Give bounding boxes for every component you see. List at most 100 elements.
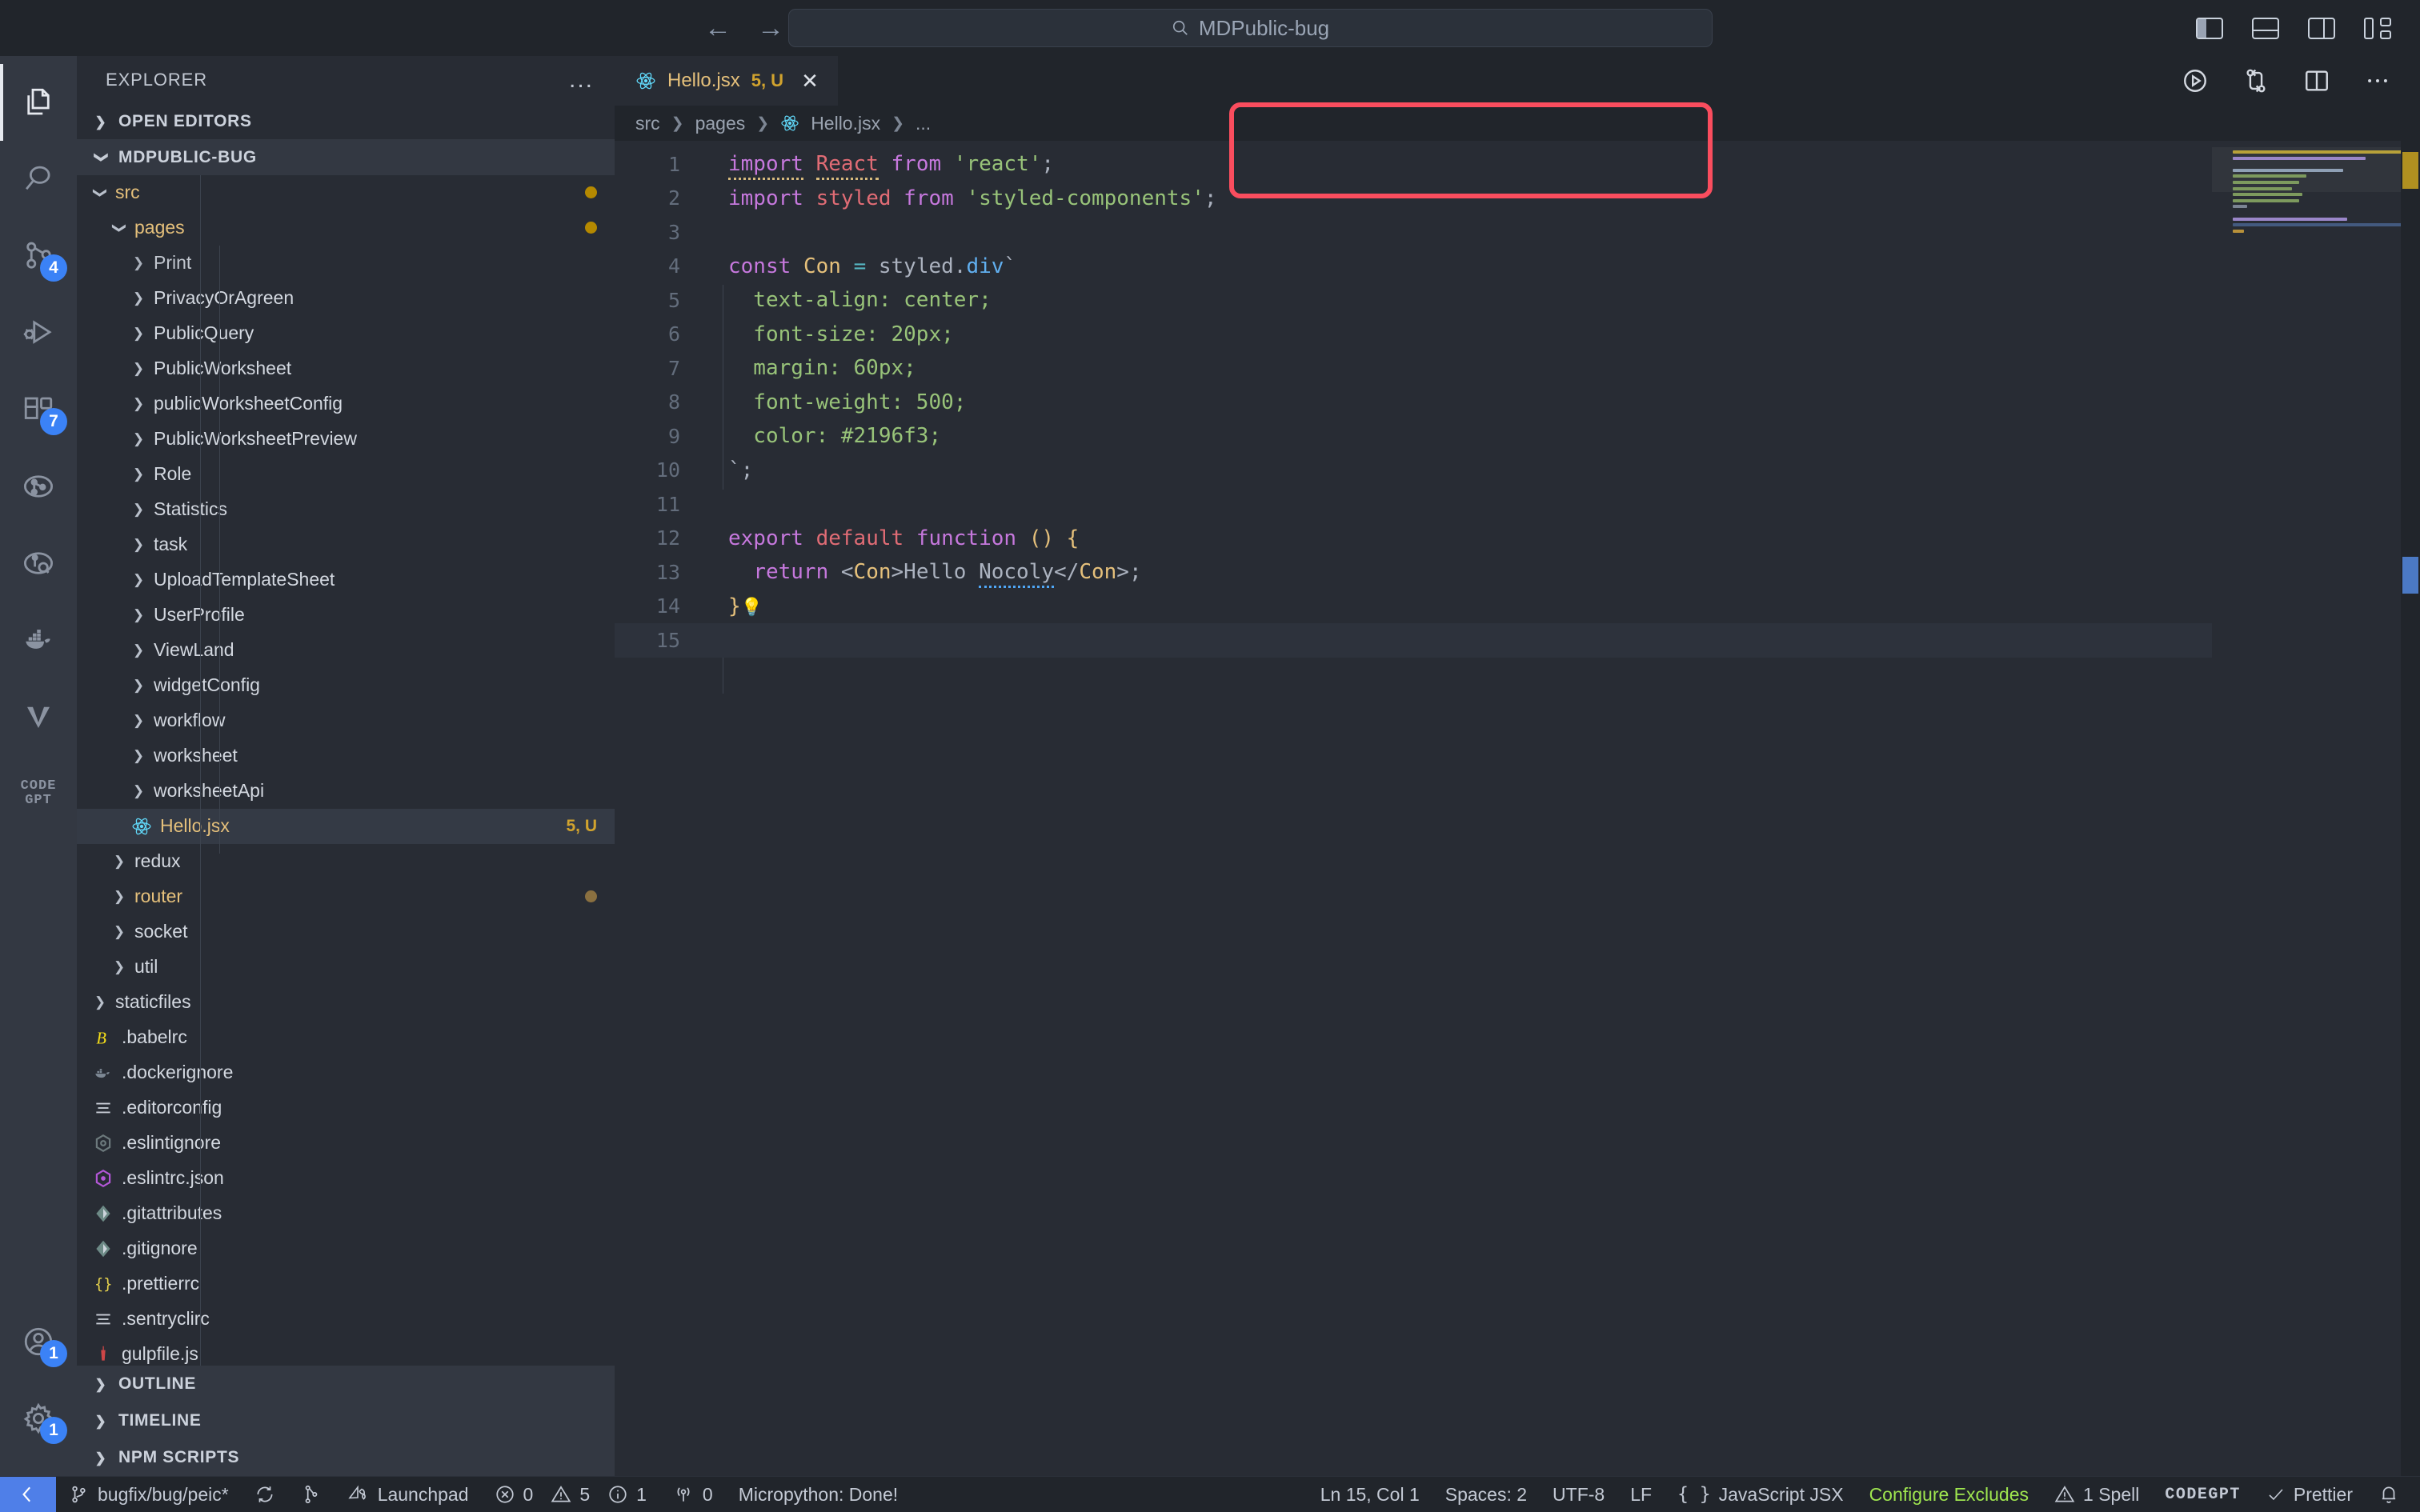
tree-folder-publicworksheetpreview[interactable]: ❯ PublicWorksheetPreview [77,422,615,457]
code-line-8[interactable]: 8 font-weight: 500; [615,386,2212,420]
code-text[interactable]: text-align: center; [703,288,991,312]
tree-folder-widgetconfig[interactable]: ❯ widgetConfig [77,668,615,703]
sidebar-section-timeline[interactable]: TIMELINE [77,1402,615,1439]
status-problems[interactable]: 0 5 1 [482,1477,659,1512]
status-cursor-position[interactable]: Ln 15, Col 1 [1308,1477,1432,1512]
code-line-11[interactable]: 11 [615,487,2212,522]
activity-accounts[interactable]: 1 [0,1303,77,1380]
status-codegpt[interactable]: CODEGPT [2152,1477,2254,1512]
tree-folder-staticfiles[interactable]: ❯ staticfiles [77,985,615,1020]
code-line-15[interactable]: 15 [615,623,2212,658]
tree-folder-router[interactable]: ❯ router [77,879,615,914]
breadcrumb[interactable]: src ❯ pages ❯ Hello.jsx ❯ ... [615,106,2420,141]
tree-file-.editorconfig[interactable]: .editorconfig [77,1090,615,1126]
tree-folder-publicworksheetconfig[interactable]: ❯ publicWorksheetConfig [77,386,615,422]
code-text[interactable]: import React from 'react'; [703,152,1054,181]
code-text[interactable]: color: #2196f3; [703,424,941,448]
tree-folder-viewland[interactable]: ❯ ViewLand [77,633,615,668]
breadcrumb-item-pages[interactable]: pages [695,113,746,134]
tree-folder-socket[interactable]: ❯ socket [77,914,615,950]
activity-codegpt[interactable]: CODE GPT [0,755,77,832]
tree-file-.eslintrc.json[interactable]: .eslintrc.json [77,1161,615,1196]
code-text[interactable]: export default function () { [703,526,1079,550]
status-eol[interactable]: LF [1617,1477,1665,1512]
tree-folder-statistics[interactable]: ❯ Statistics [77,492,615,527]
code-text[interactable]: font-size: 20px; [703,322,953,346]
code-line-13[interactable]: 13 return <Con>Hello Nocoly</Con>; [615,555,2212,590]
tree-file-.gitattributes[interactable]: .gitattributes [77,1196,615,1231]
customize-layout-icon[interactable] [2364,17,2391,39]
sidebar-more-actions-icon[interactable]: ... [569,67,594,92]
activity-remote-explorer[interactable] [0,525,77,602]
tree-folder-publicquery[interactable]: ❯ PublicQuery [77,316,615,351]
status-branch[interactable]: bugfix/bug/peic* [56,1477,242,1512]
tree-folder-src[interactable]: ❯ src [77,175,615,210]
tree-file-.babelrc[interactable]: B .babelrc [77,1020,615,1055]
activity-test-explorer[interactable] [0,448,77,525]
code-line-12[interactable]: 12 export default function () { [615,522,2212,556]
tree-file-.prettierrc[interactable]: {} .prettierrc [77,1266,615,1302]
quick-fix-lightbulb-icon[interactable]: 💡 [741,598,763,618]
close-icon[interactable]: ✕ [801,69,819,94]
sidebar-section-open-editors[interactable]: OPEN EDITORS [77,104,615,139]
activity-manage[interactable]: 1 [0,1380,77,1457]
code-text[interactable]: `; [703,458,753,482]
tree-file-.eslintignore[interactable]: .eslintignore [77,1126,615,1161]
remote-window-indicator[interactable] [0,1476,56,1512]
tree-folder-worksheet[interactable]: ❯ worksheet [77,738,615,774]
tree-folder-privacyoragreen[interactable]: ❯ PrivacyOrAgreen [77,281,615,316]
status-micropython[interactable]: Micropython: Done! [726,1477,911,1512]
breadcrumb-item-more[interactable]: ... [916,113,931,134]
sidebar-section-mdpublic-bug[interactable]: MDPUBLIC-BUG [77,139,615,175]
status-language-mode[interactable]: { } JavaScript JSX [1665,1477,1857,1512]
code-line-5[interactable]: 5 text-align: center; [615,283,2212,318]
status-notifications[interactable] [2366,1477,2420,1512]
tree-folder-pages[interactable]: ❯ pages [77,210,615,246]
tree-file-.gitignore[interactable]: .gitignore [77,1231,615,1266]
run-icon[interactable] [2182,67,2209,94]
code-line-9[interactable]: 9 color: #2196f3; [615,419,2212,454]
tree-folder-publicworksheet[interactable]: ❯ PublicWorksheet [77,351,615,386]
toggle-panel-icon[interactable] [2252,17,2279,39]
status-configure-excludes[interactable]: Configure Excludes [1857,1477,2041,1512]
editor-tab-hello-jsx[interactable]: Hello.jsx 5, U ✕ [615,56,839,106]
code-line-10[interactable]: 10 `; [615,454,2212,488]
code-editor[interactable]: 1 import React from 'react'; 2 import style… [615,141,2420,1476]
code-line-4[interactable]: 4 const Con = styled.div` [615,250,2212,284]
status-prettier[interactable]: Prettier [2254,1477,2366,1512]
tree-file-.sentryclirc[interactable]: .sentryclirc [77,1302,615,1337]
breadcrumb-item-file[interactable]: Hello.jsx [811,113,880,134]
tree-folder-userprofile[interactable]: ❯ UserProfile [77,598,615,633]
back-icon[interactable]: ← [704,14,731,42]
code-lines[interactable]: 1 import React from 'react'; 2 import style… [615,141,2212,658]
activity-run-debug[interactable] [0,294,77,371]
tree-file-hello.jsx[interactable]: Hello.jsx 5, U [77,808,615,844]
tree-folder-task[interactable]: ❯ task [77,527,615,562]
tree-folder-print[interactable]: ❯ Print [77,246,615,281]
toggle-primary-sidebar-icon[interactable] [2196,17,2223,39]
activity-source-control[interactable]: 4 [0,218,77,294]
tree-folder-uploadtemplatesheet[interactable]: ❯ UploadTemplateSheet [77,562,615,598]
tree-file-gulpfile.js[interactable]: gulpfile.js [77,1337,615,1366]
tree-folder-util[interactable]: ❯ util [77,950,615,985]
status-sync[interactable] [242,1477,288,1512]
code-surface[interactable]: 1 import React from 'react'; 2 import style… [615,141,2212,1476]
minimap[interactable] [2212,141,2420,1476]
code-text[interactable]: font-weight: 500; [703,390,966,414]
status-ports[interactable]: 0 [659,1477,726,1512]
code-line-7[interactable]: 7 margin: 60px; [615,351,2212,386]
more-actions-icon[interactable] [2364,67,2391,94]
code-text[interactable]: margin: 60px; [703,356,916,380]
command-center-search[interactable]: MDPublic-bug [788,9,1713,47]
activity-explorer[interactable] [0,64,77,141]
tree-folder-worksheetapi[interactable]: ❯ worksheetApi [77,774,615,809]
status-encoding[interactable]: UTF-8 [1540,1477,1617,1512]
activity-search[interactable] [0,141,77,218]
status-git-graph[interactable] [288,1477,335,1512]
tree-folder-workflow[interactable]: ❯ workflow [77,703,615,738]
code-line-3[interactable]: 3 [615,215,2212,250]
tree-file-.dockerignore[interactable]: .dockerignore [77,1055,615,1090]
activity-vue[interactable] [0,678,77,755]
code-text[interactable]: const Con = styled.div` [703,254,1016,278]
code-line-6[interactable]: 6 font-size: 20px; [615,318,2212,352]
